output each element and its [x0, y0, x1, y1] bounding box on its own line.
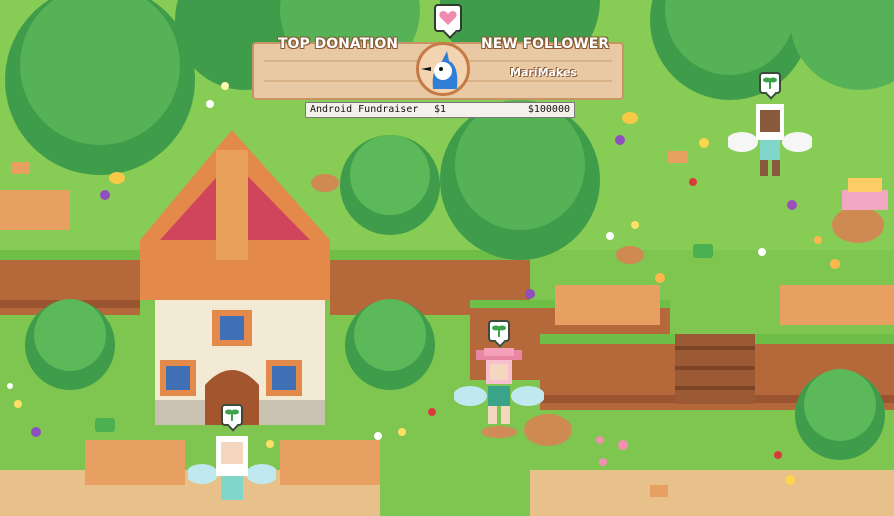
fundraiser-amount: $1	[434, 104, 447, 115]
player-character-top-right[interactable]	[728, 72, 812, 184]
stone-stairs	[675, 334, 755, 404]
bluejay-icon	[421, 51, 458, 89]
fundraiser-name: Android Fundraiser	[310, 104, 419, 115]
sprout-icon	[221, 404, 243, 426]
grass-patch	[380, 470, 530, 516]
picnic-basket	[842, 178, 888, 210]
sprout-icon	[759, 72, 781, 94]
heart-bubble	[434, 4, 462, 32]
sprout-icon	[488, 320, 510, 342]
new-follower-label: NEW FOLLOWER	[481, 36, 610, 52]
stream-banner: TOP DONATION NEW FOLLOWER MariMakes	[252, 36, 624, 102]
top-donation-label: TOP DONATION	[278, 36, 398, 52]
fundraiser-bar: Android Fundraiser $1 $100000	[305, 102, 575, 118]
heart-icon	[439, 11, 457, 25]
fundraiser-goal: $100000	[527, 104, 570, 115]
player-character-center[interactable]	[454, 320, 544, 440]
bluejay-avatar	[416, 42, 470, 96]
player-character-bottom-left[interactable]	[188, 404, 276, 516]
follower-name: MariMakes	[510, 66, 577, 79]
